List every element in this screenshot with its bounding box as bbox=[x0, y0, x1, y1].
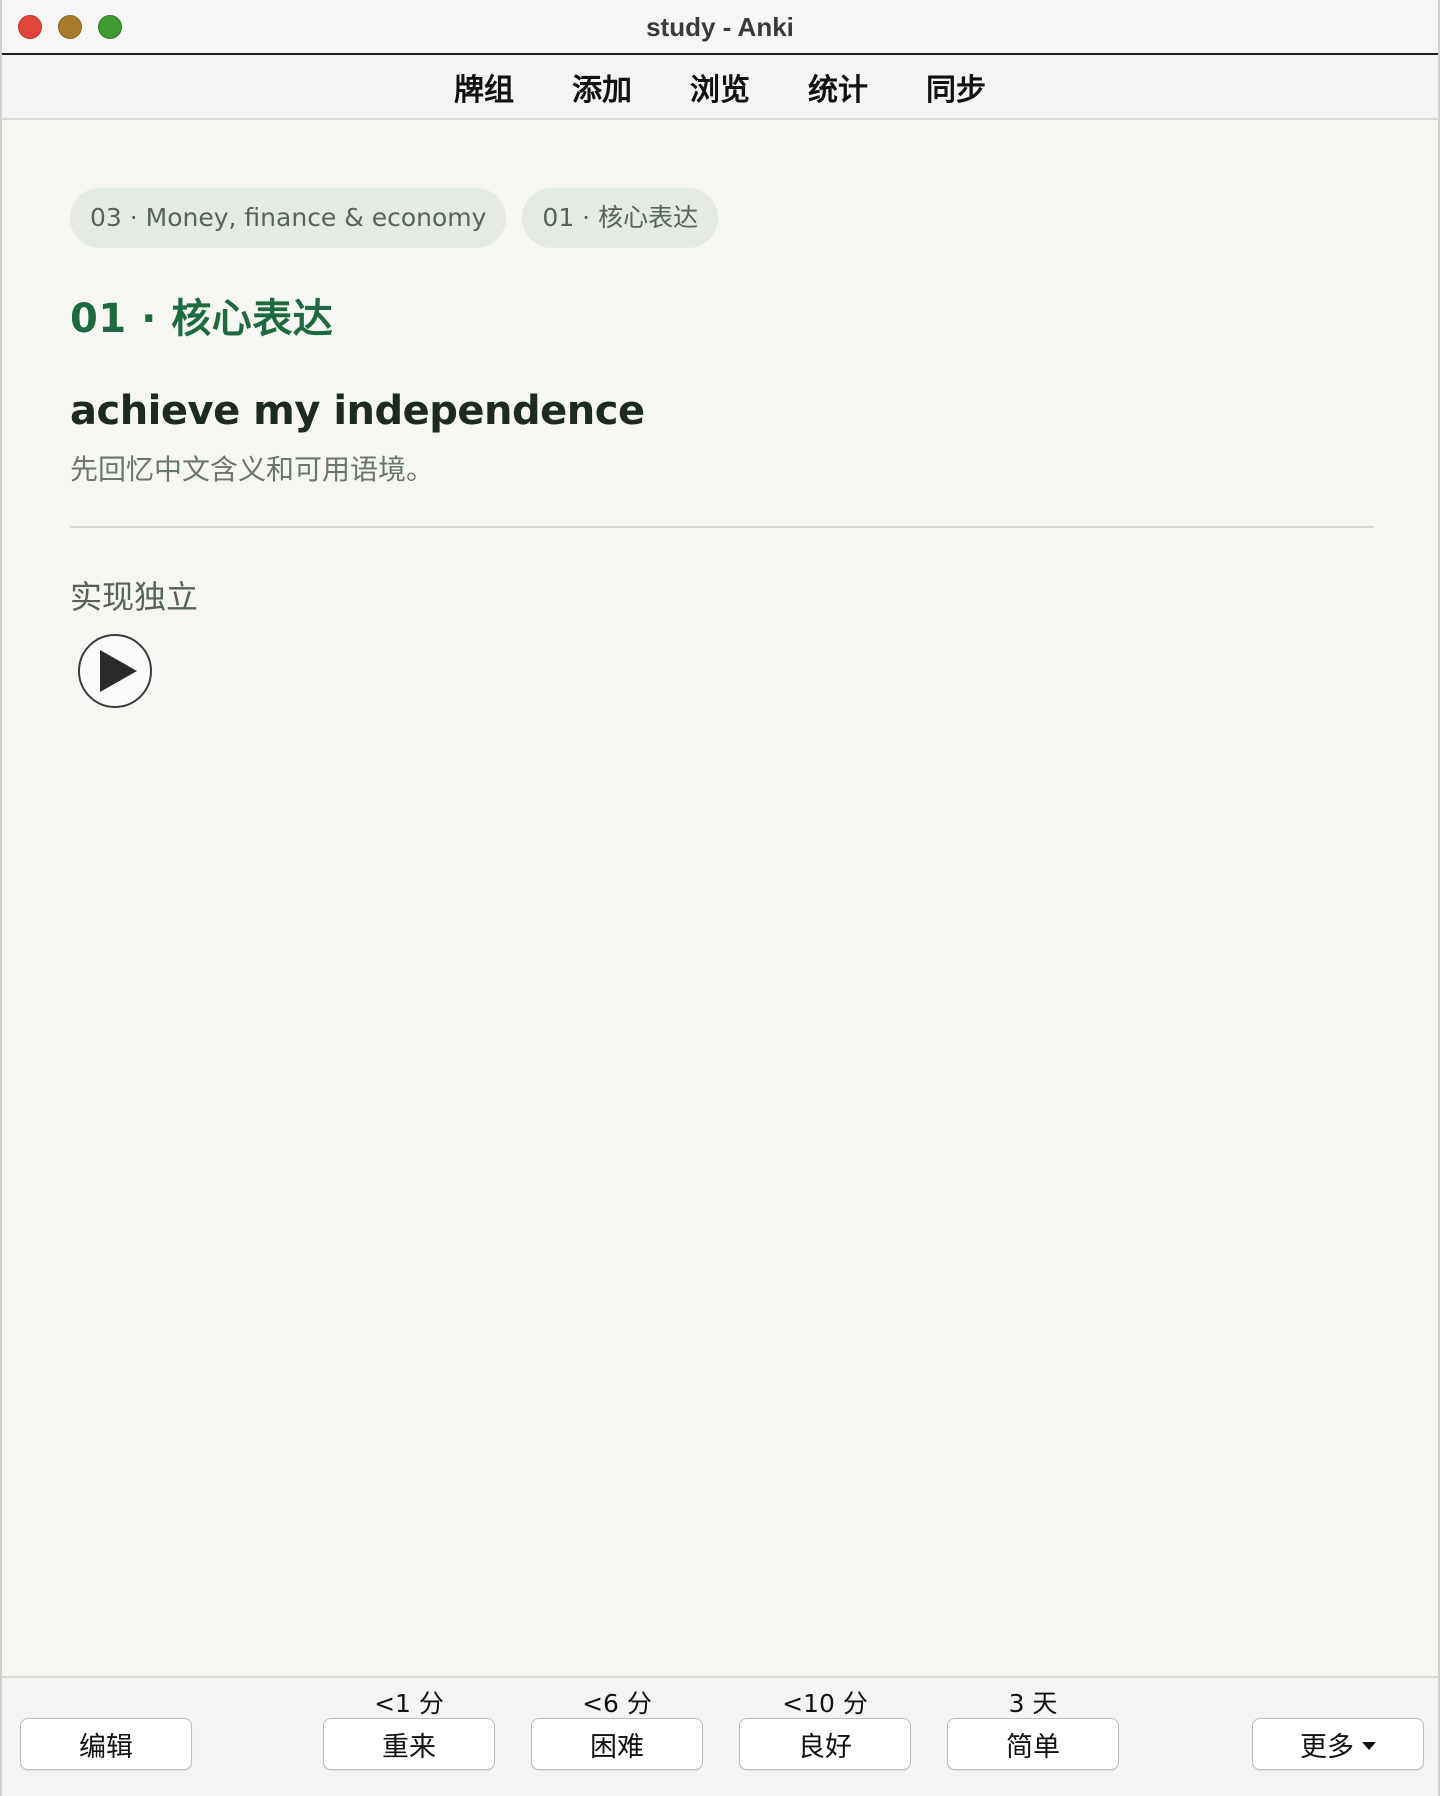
title-bar: study - Anki bbox=[2, 0, 1438, 55]
more-button[interactable]: 更多 bbox=[1252, 1718, 1424, 1770]
anki-window: study - Anki 牌组 添加 浏览 统计 同步 03 · Money, … bbox=[0, 0, 1440, 1796]
card-content: 03 · Money, finance & economy 01 · 核心表达 … bbox=[70, 188, 1374, 708]
toolbar-stats[interactable]: 统计 bbox=[779, 65, 897, 109]
answer-divider bbox=[70, 526, 1374, 528]
toolbar-add[interactable]: 添加 bbox=[543, 65, 661, 109]
again-interval: <1 分 bbox=[374, 1689, 444, 1718]
main-toolbar: 牌组 添加 浏览 统计 同步 bbox=[2, 55, 1438, 120]
card-back-text: 实现独立 bbox=[70, 578, 199, 616]
again-button[interactable]: 重来 bbox=[323, 1718, 495, 1770]
card-hint: 先回忆中文含义和可用语境。 bbox=[70, 453, 435, 486]
window-title: study - Anki bbox=[646, 12, 794, 42]
more-button-label: 更多 bbox=[1300, 1731, 1354, 1763]
card-front-text: achieve my independence bbox=[70, 388, 645, 434]
edit-button[interactable]: 编辑 bbox=[20, 1718, 192, 1770]
chevron-down-icon bbox=[1362, 1742, 1376, 1750]
tag-list: 03 · Money, finance & economy 01 · 核心表达 bbox=[70, 188, 1370, 248]
tag-chip: 01 · 核心表达 bbox=[522, 188, 719, 248]
answer-bar: 编辑 <1 分 重来 <6 分 困难 <10 分 良好 3 天 简单 更多 bbox=[2, 1676, 1438, 1796]
toolbar-decks[interactable]: 牌组 bbox=[425, 65, 543, 109]
audio-play-button[interactable] bbox=[78, 634, 152, 708]
toolbar-sync[interactable]: 同步 bbox=[897, 65, 1015, 109]
toolbar-browse[interactable]: 浏览 bbox=[661, 65, 779, 109]
easy-interval: 3 天 bbox=[1008, 1689, 1058, 1718]
hard-interval: <6 分 bbox=[582, 1689, 652, 1718]
good-button[interactable]: 良好 bbox=[739, 1718, 911, 1770]
easy-button[interactable]: 简单 bbox=[947, 1718, 1119, 1770]
play-icon bbox=[100, 650, 137, 692]
hard-button[interactable]: 困难 bbox=[531, 1718, 703, 1770]
tag-chip: 03 · Money, finance & economy bbox=[70, 188, 507, 248]
subdeck-title: 01 · 核心表达 bbox=[70, 296, 334, 342]
good-interval: <10 分 bbox=[782, 1689, 868, 1718]
